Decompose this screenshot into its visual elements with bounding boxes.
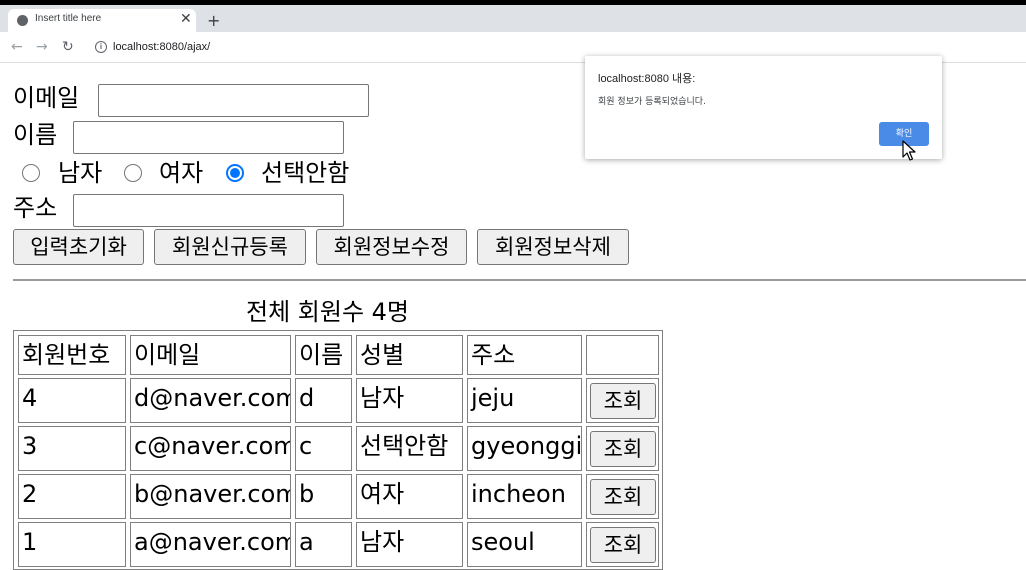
- globe-icon: [17, 15, 28, 26]
- table-cell-name: d: [295, 378, 352, 423]
- info-icon[interactable]: i: [95, 41, 107, 53]
- view-button[interactable]: 조회: [590, 431, 656, 467]
- update-button[interactable]: 회원정보수정: [316, 229, 467, 265]
- table-cell-address: gyeonggi: [467, 426, 582, 471]
- name-input[interactable]: [73, 121, 344, 154]
- table-header: [586, 335, 659, 375]
- table-header: 이메일: [130, 335, 291, 375]
- member-table: 회원번호 이메일 이름 성별 주소 4 d@naver.com d 남자 jej…: [13, 330, 663, 570]
- table-cell-gender: 여자: [356, 474, 463, 519]
- cursor-icon: [902, 140, 916, 161]
- table-cell-name: a: [295, 522, 352, 567]
- browser-tab[interactable]: Insert title here ✕: [8, 9, 196, 32]
- table-header: 회원번호: [18, 335, 126, 375]
- table-cell-action: 조회: [586, 522, 659, 567]
- reset-button[interactable]: 입력초기화: [13, 229, 144, 265]
- address-input[interactable]: [73, 194, 344, 227]
- email-label: 이메일: [13, 84, 80, 112]
- table-cell-id: 3: [18, 426, 126, 471]
- table-cell-id: 2: [18, 474, 126, 519]
- delete-button[interactable]: 회원정보삭제: [477, 229, 629, 265]
- table-cell-gender: 선택안함: [356, 426, 463, 471]
- table-cell-id: 1: [18, 522, 126, 567]
- gender-label-none: 선택안함: [261, 159, 350, 187]
- gender-radio-female[interactable]: [124, 164, 142, 182]
- table-cell-address: incheon: [467, 474, 582, 519]
- gender-radio-male[interactable]: [22, 164, 40, 182]
- divider: [13, 279, 1026, 281]
- table-cell-action: 조회: [586, 474, 659, 519]
- plus-icon[interactable]: +: [207, 13, 220, 29]
- table-cell-gender: 남자: [356, 522, 463, 567]
- table-cell-gender: 남자: [356, 378, 463, 423]
- reload-icon[interactable]: ↻: [62, 39, 74, 55]
- view-button[interactable]: 조회: [590, 479, 656, 515]
- dialog-title: localhost:8080 내용:: [598, 73, 696, 85]
- arrow-left-icon[interactable]: ←: [11, 39, 23, 55]
- table-cell-email: d@naver.com: [130, 378, 291, 423]
- email-input[interactable]: [98, 84, 369, 117]
- gender-label-female: 여자: [159, 159, 204, 187]
- table-cell-action: 조회: [586, 426, 659, 471]
- table-header: 성별: [356, 335, 463, 375]
- register-button[interactable]: 회원신규등록: [154, 229, 306, 265]
- table-cell-email: a@naver.com: [130, 522, 291, 567]
- address-label: 주소: [13, 194, 58, 222]
- arrow-right-icon[interactable]: →: [36, 39, 48, 55]
- view-button[interactable]: 조회: [590, 527, 656, 563]
- table-cell-id: 4: [18, 378, 126, 423]
- gender-label-male: 남자: [58, 159, 103, 187]
- table-cell-action: 조회: [586, 378, 659, 423]
- close-icon[interactable]: ✕: [180, 11, 192, 27]
- table-header: 이름: [295, 335, 352, 375]
- table-cell-email: b@naver.com: [130, 474, 291, 519]
- member-count: 전체 회원수 4명: [246, 298, 410, 326]
- table-cell-address: jeju: [467, 378, 582, 423]
- gender-radio-none[interactable]: [226, 164, 244, 182]
- table-cell-email: c@naver.com: [130, 426, 291, 471]
- table-cell-name: b: [295, 474, 352, 519]
- table-header: 주소: [467, 335, 582, 375]
- dialog-message: 회원 정보가 등록되었습니다.: [598, 97, 706, 107]
- tab-bar: Insert title here ✕ +: [0, 5, 1026, 32]
- address-bar[interactable]: localhost:8080/ajax/: [113, 41, 210, 53]
- table-cell-address: seoul: [467, 522, 582, 567]
- alert-dialog: localhost:8080 내용: 회원 정보가 등록되었습니다. 확인: [585, 56, 942, 159]
- table-cell-name: c: [295, 426, 352, 471]
- name-label: 이름: [13, 121, 58, 149]
- tab-title: Insert title here: [35, 13, 102, 24]
- view-button[interactable]: 조회: [590, 383, 656, 419]
